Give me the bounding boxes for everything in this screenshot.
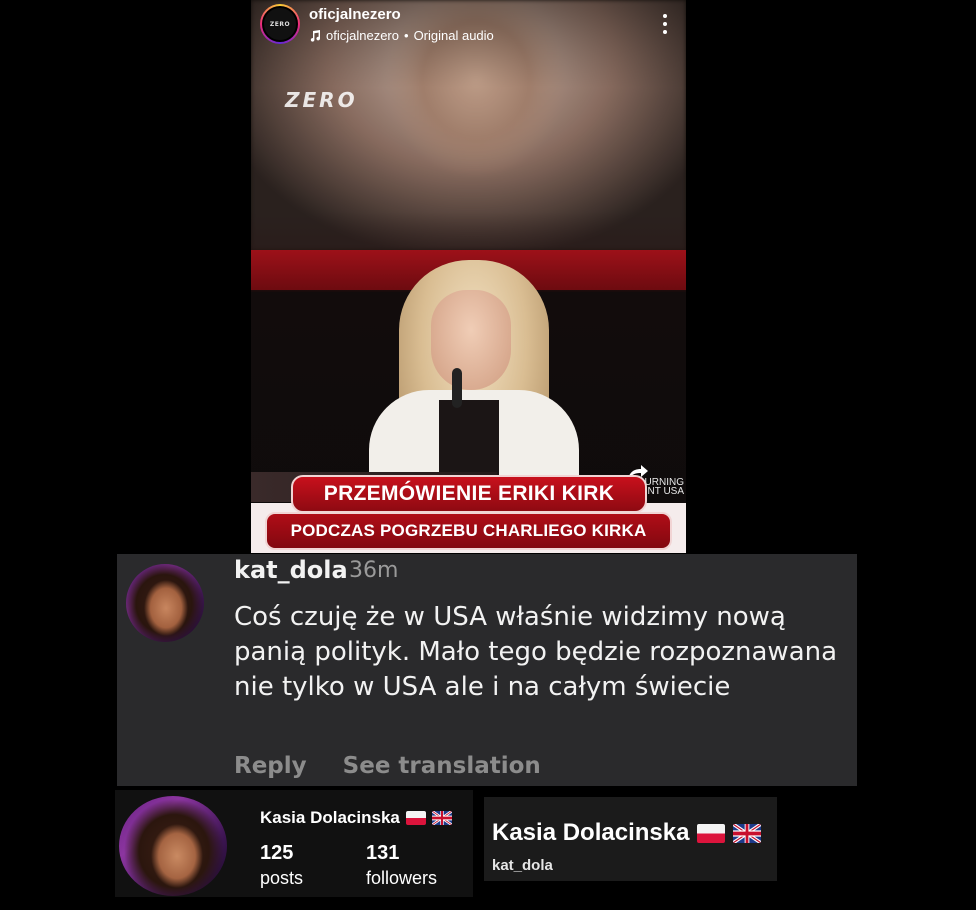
reel-header: ZERO oficjalnezero oficjalnezero • Origi…: [251, 0, 686, 50]
caption-banner-title: PRZEMÓWIENIE ERIKI KIRK: [291, 475, 647, 513]
comment-avatar[interactable]: [126, 564, 204, 642]
comment-text: Coś czuję że w USA właśnie widzimy nową …: [234, 602, 838, 702]
comment-card: kat_dola 36m Coś czuję że w USA właśnie …: [117, 554, 857, 786]
namecard-name-row: Kasia Dolacinska: [492, 819, 762, 847]
comment-username[interactable]: kat_dola: [234, 556, 348, 584]
microphone: [452, 368, 462, 408]
posts-stat[interactable]: 125 posts: [260, 842, 303, 889]
poland-flag-icon: [697, 823, 726, 843]
zero-watermark: ZERO: [285, 88, 358, 112]
comment-actions: Reply See translation: [234, 753, 541, 779]
music-icon: [310, 29, 321, 42]
namecard-handle[interactable]: kat_dola: [492, 857, 553, 874]
comment-timestamp: 36m: [349, 558, 399, 583]
reel-avatar[interactable]: ZERO: [260, 4, 300, 44]
avatar-logo: ZERO: [262, 6, 298, 42]
reel-stage-scene: URNING OINT USA PRZEMÓWIENIE ERIKI KIRK …: [251, 250, 686, 553]
poland-flag-icon: [405, 811, 426, 825]
caption-banner-subtitle: PODCZAS POGRZEBU CHARLIEGO KIRKA: [265, 512, 672, 550]
reel-audio-link[interactable]: oficjalnezero • Original audio: [309, 28, 494, 43]
speaker-face: [431, 290, 511, 390]
posts-count: 125: [260, 842, 294, 864]
more-options-icon[interactable]: [662, 14, 668, 34]
audio-separator: •: [404, 28, 409, 43]
uk-flag-icon: [431, 811, 452, 825]
reel-username[interactable]: oficjalnezero: [309, 6, 401, 23]
reply-button[interactable]: Reply: [234, 753, 307, 779]
profile-name-row: Kasia Dolacinska: [260, 808, 452, 828]
followers-count: 131: [366, 842, 400, 864]
see-translation-button[interactable]: See translation: [343, 753, 541, 779]
followers-label: followers: [366, 868, 438, 888]
posts-label: posts: [260, 868, 304, 888]
audio-label: Original audio: [413, 28, 494, 43]
followers-stat[interactable]: 131 followers: [366, 842, 437, 889]
name-card: Kasia Dolacinska kat_dola: [484, 797, 777, 881]
profile-avatar[interactable]: [119, 796, 227, 896]
audio-owner: oficjalnezero: [326, 28, 399, 43]
profile-name: Kasia Dolacinska: [260, 808, 400, 827]
uk-flag-icon: [733, 823, 762, 843]
namecard-name: Kasia Dolacinska: [492, 819, 690, 846]
profile-card: Kasia Dolacinska 125 posts 131 followers: [115, 790, 473, 897]
reel-video[interactable]: ZERO ZERO oficjalnezero oficjalnezero • …: [251, 0, 686, 553]
